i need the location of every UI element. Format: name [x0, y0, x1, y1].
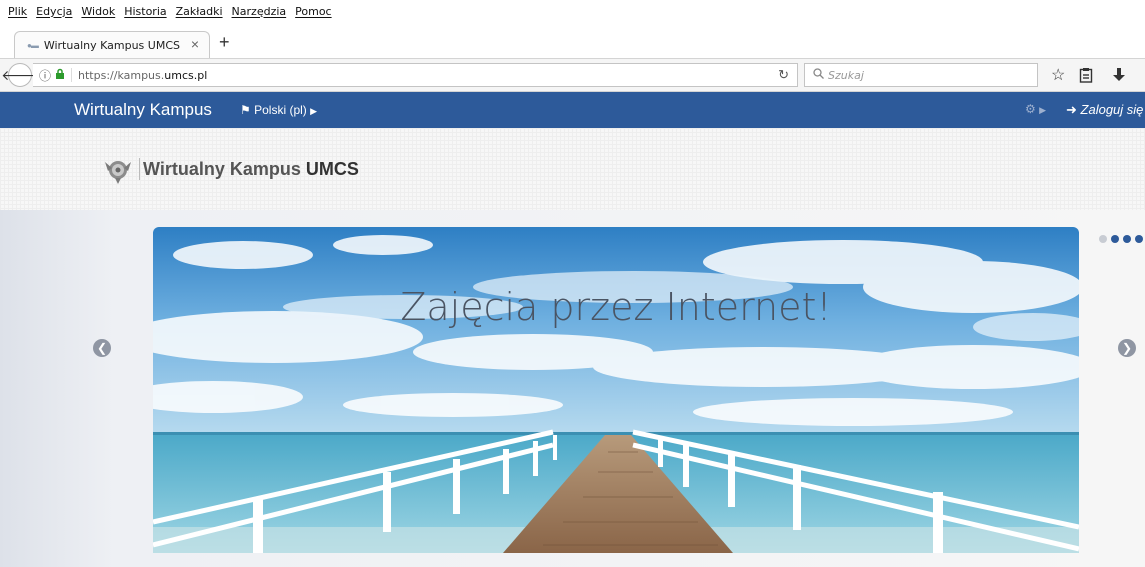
- pier-seascape-image: [153, 227, 1079, 553]
- url-domain: umcs.pl: [164, 68, 208, 82]
- logo-text-main: Wirtualny Kampus: [143, 159, 301, 179]
- star-icon[interactable]: ☆: [1051, 67, 1065, 85]
- carousel-indicator[interactable]: [1123, 235, 1131, 243]
- carousel-slide[interactable]: Zajęcia przez Internet!: [153, 227, 1079, 553]
- reload-icon[interactable]: ↻: [778, 67, 789, 83]
- carousel-indicator[interactable]: [1111, 235, 1119, 243]
- login-label: Zaloguj się: [1080, 102, 1144, 117]
- info-icon[interactable]: ⓘ: [39, 67, 51, 84]
- site-name-link[interactable]: Wirtualny Kampus: [74, 100, 212, 120]
- navigation-bar: 🡐 ⓘ https://kampus.umcs.pl ↻ Szukaj ☆: [0, 58, 1145, 92]
- menu-history[interactable]: Historia: [124, 5, 166, 18]
- clipboard-icon[interactable]: [1079, 67, 1093, 88]
- carousel-indicator[interactable]: [1099, 235, 1107, 243]
- menu-help[interactable]: Pomoc: [295, 5, 331, 18]
- url-prefix: https://kampus.: [78, 68, 165, 82]
- carousel: ❮ Zajęcia przez Internet! ❯: [0, 210, 1145, 567]
- logo-text-strong: UMCS: [305, 159, 359, 179]
- slide-caption: Zajęcia przez Internet!: [400, 285, 832, 329]
- favicon-icon: ●▬: [27, 40, 39, 50]
- logo-area: Wirtualny Kampus UMCS: [0, 128, 1145, 210]
- address-separator: [71, 68, 73, 82]
- site-header: Wirtualny Kampus ⚑ Polski (pl) ▶ ⚙ ▶ ➜ Z…: [0, 92, 1145, 128]
- magnifier-icon: [813, 68, 824, 82]
- logo-divider: [139, 158, 140, 180]
- login-link[interactable]: ➜ Zaloguj się: [1066, 102, 1143, 118]
- sign-in-icon: ➜: [1066, 102, 1077, 117]
- download-icon[interactable]: [1112, 67, 1126, 88]
- gear-icon[interactable]: ⚙ ▶: [1025, 102, 1046, 116]
- lock-icon[interactable]: [55, 68, 65, 82]
- umcs-emblem-icon[interactable]: [103, 158, 133, 184]
- address-bar[interactable]: ⓘ https://kampus.umcs.pl ↻: [33, 63, 798, 87]
- menu-file[interactable]: Plik: [8, 5, 27, 18]
- close-tab-icon[interactable]: ×: [191, 36, 199, 52]
- flag-icon: ⚑: [240, 103, 251, 117]
- browser-tab[interactable]: ●▬ Wirtualny Kampus UMCS ×: [14, 31, 210, 58]
- carousel-indicators: [1099, 235, 1145, 243]
- menu-tools[interactable]: Narzędzia: [232, 5, 287, 18]
- new-tab-button[interactable]: +: [219, 32, 230, 52]
- menu-bar: Plik Edycja Widok Historia Zakładki Narz…: [0, 0, 1145, 22]
- search-input[interactable]: Szukaj: [804, 63, 1038, 87]
- language-menu[interactable]: ⚑ Polski (pl) ▶: [240, 103, 317, 117]
- url-text: https://kampus.umcs.pl: [78, 69, 207, 82]
- tab-title: Wirtualny Kampus UMCS: [43, 38, 180, 52]
- language-label: Polski (pl): [254, 103, 307, 117]
- search-placeholder: Szukaj: [828, 68, 864, 82]
- carousel-prev-icon[interactable]: ❮: [93, 339, 111, 357]
- menu-edit[interactable]: Edycja: [36, 5, 72, 18]
- carousel-indicator[interactable]: [1135, 235, 1143, 243]
- menu-bookmarks[interactable]: Zakładki: [176, 5, 223, 18]
- caret-right-icon: ▶: [310, 106, 318, 116]
- logo-text[interactable]: Wirtualny Kampus UMCS: [143, 159, 359, 180]
- tab-strip: ●▬ Wirtualny Kampus UMCS × +: [0, 22, 1145, 58]
- carousel-next-icon[interactable]: ❯: [1118, 339, 1136, 357]
- back-arrow-icon[interactable]: 🡐: [1, 63, 39, 87]
- menu-view[interactable]: Widok: [81, 5, 115, 18]
